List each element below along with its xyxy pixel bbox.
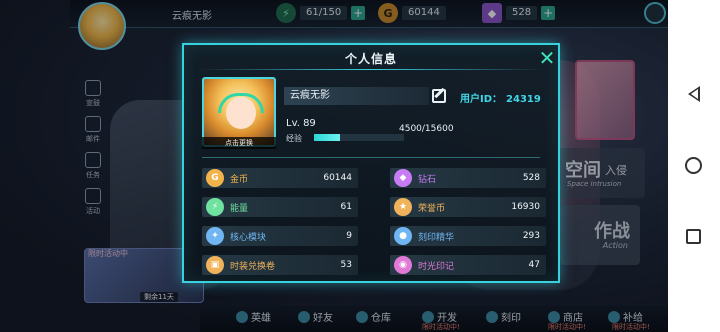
- user-id: 用户ID： 24319: [460, 90, 541, 105]
- costume-ticket-icon: ▣: [206, 256, 224, 274]
- change-avatar-button[interactable]: 点击更换: [202, 137, 276, 149]
- exp-label: 经验: [286, 134, 302, 143]
- stat-label: 时装兑换卷: [230, 261, 276, 272]
- back-icon[interactable]: [688, 86, 700, 102]
- stat-label: 荣誉币: [418, 203, 446, 214]
- stat-row: ✦ 核心模块 9: [202, 226, 358, 246]
- stat-value: 528: [522, 173, 540, 183]
- stat-value: 16930: [511, 202, 540, 212]
- stat-value: 53: [340, 260, 352, 270]
- user-id-value: 24319: [506, 94, 541, 105]
- title-divider: [198, 69, 544, 70]
- stat-row: G 金币 60144: [202, 168, 358, 188]
- diamond-icon: ◆: [394, 169, 412, 187]
- recent-apps-icon[interactable]: [686, 229, 701, 244]
- stat-row: ⚡ 能量 61: [202, 197, 358, 217]
- stat-value: 47: [528, 260, 540, 270]
- section-divider: [202, 157, 540, 158]
- honor-coin-icon: ★: [394, 198, 412, 216]
- exp-progress-bar: [314, 134, 404, 141]
- edit-name-icon[interactable]: [432, 89, 446, 103]
- stat-label: 金币: [230, 174, 249, 185]
- imprint-essence-icon: ●: [394, 227, 412, 245]
- stat-row: ◆ 钻石 528: [390, 168, 546, 188]
- face-art: [226, 97, 256, 129]
- exp-progress-fill: [314, 134, 340, 141]
- stat-label: 时光印记: [418, 261, 455, 272]
- home-icon[interactable]: [685, 157, 702, 174]
- stat-value: 293: [522, 231, 540, 241]
- profile-name: 云痕无影: [284, 87, 429, 105]
- core-module-icon: ✦: [206, 227, 224, 245]
- stat-value: 61: [340, 202, 352, 212]
- stat-row: ▣ 时装兑换卷 53: [202, 255, 358, 275]
- stat-label: 钻石: [418, 174, 437, 185]
- stat-value: 9: [346, 231, 352, 241]
- stat-row: ● 刻印精华 293: [390, 226, 546, 246]
- energy-icon: ⚡: [206, 198, 224, 216]
- time-mark-icon: ◉: [394, 256, 412, 274]
- close-icon[interactable]: ✕: [538, 48, 556, 68]
- stat-label: 刻印精华: [418, 232, 455, 243]
- exp-text: 4500/15600: [399, 124, 454, 134]
- profile-dialog: 个人信息 ✕ 点击更换 云痕无影 用户ID： 24319 Lv. 89 经验 45…: [182, 43, 560, 283]
- gold-coin-icon: G: [206, 169, 224, 187]
- dialog-title: 个人信息: [344, 52, 397, 66]
- stat-value: 60144: [323, 173, 352, 183]
- player-level: Lv. 89: [286, 118, 316, 129]
- stat-label: 能量: [230, 203, 249, 214]
- android-nav-bar: [668, 0, 720, 332]
- game-screen: 空间 入侵 Space intrusion 作战 Action 云痕无影 ⚡ 6…: [0, 0, 720, 332]
- stat-label: 核心模块: [230, 232, 267, 243]
- stat-row: ◉ 时光印记 47: [390, 255, 546, 275]
- stat-row: ★ 荣誉币 16930: [390, 197, 546, 217]
- user-id-label: 用户ID：: [460, 94, 503, 105]
